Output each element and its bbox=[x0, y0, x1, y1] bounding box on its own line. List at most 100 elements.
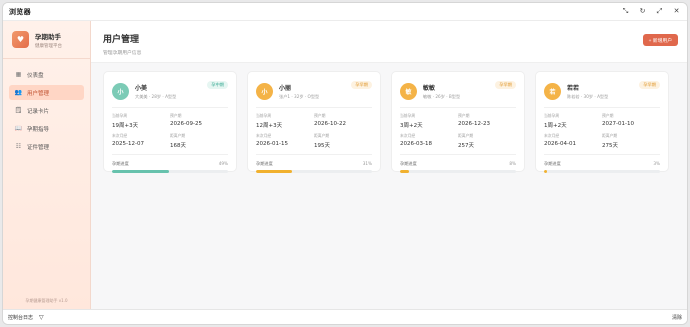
days-remaining-label: 距离产期 bbox=[458, 133, 474, 138]
shrink-icon[interactable]: ⤡ bbox=[621, 7, 630, 16]
due-date-value: 2027-01-10 bbox=[602, 121, 634, 127]
progress-percent: 3% bbox=[653, 161, 660, 166]
sidebar-item-label: 证件管理 bbox=[27, 144, 50, 151]
sidebar-item-0[interactable]: ▦ 仪表盘 bbox=[9, 67, 84, 82]
last-period-label: 末次月经 bbox=[544, 133, 560, 138]
last-period-value: 2026-04-01 bbox=[544, 141, 576, 147]
refresh-icon[interactable]: ↻ bbox=[638, 7, 647, 16]
user-name: 小美 bbox=[135, 84, 148, 92]
user-name: 小丽 bbox=[279, 84, 292, 92]
sidebar-item-2[interactable]: 🗒 记录卡片 bbox=[9, 103, 84, 118]
brand-name: 孕期助手 bbox=[35, 32, 61, 41]
days-remaining-value: 195天 bbox=[314, 143, 330, 149]
sidebar: ♥ 孕期助手 健康管理平台 ▦ 仪表盘 👥 用户管理 🗒 记录卡片 📖 孕期指导 ☷ 证件管理 孕… bbox=[3, 21, 91, 311]
progress-track bbox=[544, 170, 660, 173]
progress-label: 孕期进度 bbox=[400, 161, 417, 166]
page-title: 用户管理 bbox=[103, 35, 140, 45]
user-name: 敏敏 bbox=[423, 84, 436, 92]
console-bar: 控制台日志 ▽ 清除 bbox=[3, 309, 687, 324]
days-remaining-label: 距离产期 bbox=[314, 133, 330, 138]
divider bbox=[400, 107, 516, 108]
sidebar-nav: ▦ 仪表盘 👥 用户管理 🗒 记录卡片 📖 孕期指导 ☷ 证件管理 bbox=[3, 59, 90, 165]
divider bbox=[112, 107, 228, 108]
progress-track bbox=[112, 170, 228, 173]
user-meta: 大美美 · 28岁 · A型型 bbox=[135, 93, 177, 99]
last-period-value: 2025-12-07 bbox=[112, 141, 144, 147]
current-week-value: 1周+2天 bbox=[544, 123, 567, 129]
days-remaining-label: 距离产期 bbox=[602, 133, 618, 138]
progress-label: 孕期进度 bbox=[256, 161, 273, 166]
sidebar-item-3[interactable]: 📖 孕期指导 bbox=[9, 121, 84, 136]
sidebar-item-1[interactable]: 👥 用户管理 bbox=[9, 85, 84, 100]
progress-fill bbox=[400, 170, 410, 173]
divider bbox=[544, 154, 660, 155]
divider bbox=[544, 107, 660, 108]
browser-actions: ⤡ ↻ ⤢ ✕ bbox=[621, 7, 681, 16]
progress-percent: 49% bbox=[218, 161, 228, 166]
due-date-label: 预产期 bbox=[170, 113, 182, 118]
progress-percent: 8% bbox=[509, 161, 516, 166]
due-date-label: 预产期 bbox=[602, 113, 614, 118]
sidebar-item-label: 仪表盘 bbox=[27, 72, 44, 79]
days-remaining-label: 距离产期 bbox=[170, 133, 186, 138]
last-period-label: 末次月经 bbox=[256, 133, 272, 138]
sidebar-item-label: 孕期指导 bbox=[27, 126, 50, 133]
progress-label: 孕期进度 bbox=[544, 161, 561, 166]
status-badge: 孕早期 bbox=[639, 81, 660, 89]
status-badge: 孕早期 bbox=[351, 81, 372, 89]
add-user-button[interactable]: + 新增用户 bbox=[642, 34, 678, 46]
user-card[interactable]: 敏 敏敏 敏敏 · 26岁 · B型型 孕早期 当前孕周 3周+2天 预产期 2… bbox=[391, 71, 525, 173]
user-card[interactable]: 小 小丽 张户1 · 32岁 · O型型 孕早期 当前孕周 12周+3天 预产期… bbox=[247, 71, 381, 173]
nav-icon: ☷ bbox=[15, 143, 22, 150]
due-date-value: 2026-09-25 bbox=[170, 121, 202, 127]
avatar: 若 bbox=[544, 82, 561, 100]
sidebar-footer: 孕期健康管理助手 v1.0 bbox=[25, 298, 68, 303]
progress-track bbox=[400, 170, 516, 173]
divider bbox=[112, 154, 228, 155]
days-remaining-value: 257天 bbox=[458, 143, 474, 149]
user-card-list: 小 小美 大美美 · 28岁 · A型型 孕中期 当前孕周 19周+3天 预产期… bbox=[103, 71, 669, 173]
app-container: ♥ 孕期助手 健康管理平台 ▦ 仪表盘 👥 用户管理 🗒 记录卡片 📖 孕期指导 ☷ 证件管理 孕… bbox=[3, 21, 687, 311]
expand-icon[interactable]: ⤢ bbox=[655, 7, 664, 16]
brand-subtitle: 健康管理平台 bbox=[35, 43, 62, 49]
avatar: 小 bbox=[112, 82, 129, 100]
nav-icon: ▦ bbox=[15, 71, 22, 78]
due-date-label: 预产期 bbox=[314, 113, 326, 118]
days-remaining-value: 275天 bbox=[602, 143, 618, 149]
page-subtitle: 管理孕期用户信息 bbox=[103, 51, 142, 56]
status-badge: 孕中期 bbox=[207, 81, 228, 89]
user-card[interactable]: 小 小美 大美美 · 28岁 · A型型 孕中期 当前孕周 19周+3天 预产期… bbox=[103, 71, 237, 173]
divider bbox=[256, 154, 372, 155]
nav-icon: 📖 bbox=[14, 125, 23, 132]
last-period-value: 2026-03-18 bbox=[400, 141, 432, 147]
main-content: 用户管理 管理孕期用户信息 + 新增用户 小 小美 大美美 · 28岁 · A型… bbox=[91, 21, 687, 311]
progress-fill bbox=[112, 170, 169, 173]
sidebar-item-label: 记录卡片 bbox=[27, 108, 50, 115]
browser-toolbar: 浏览器 ⤡ ↻ ⤢ ✕ bbox=[3, 3, 687, 21]
current-week-label: 当前孕周 bbox=[400, 113, 416, 118]
app-logo-icon: ♥ bbox=[12, 31, 29, 48]
current-week-label: 当前孕周 bbox=[256, 113, 272, 118]
brand: ♥ 孕期助手 健康管理平台 bbox=[3, 21, 90, 59]
progress-track bbox=[256, 170, 372, 173]
current-week-value: 19周+3天 bbox=[112, 123, 139, 129]
close-icon[interactable]: ✕ bbox=[672, 7, 681, 16]
user-card[interactable]: 若 若若 陈若若 · 30岁 · A型型 孕早期 当前孕周 1周+2天 预产期 … bbox=[535, 71, 669, 173]
current-week-value: 12周+3天 bbox=[256, 123, 283, 129]
last-period-value: 2026-01-15 bbox=[256, 141, 288, 147]
progress-fill bbox=[256, 170, 292, 173]
browser-title: 浏览器 bbox=[9, 7, 31, 16]
user-meta: 张户1 · 32岁 · O型型 bbox=[279, 93, 320, 99]
user-meta: 敏敏 · 26岁 · B型型 bbox=[423, 93, 461, 99]
avatar: 小 bbox=[256, 82, 273, 100]
avatar: 敏 bbox=[400, 82, 417, 100]
filter-icon[interactable]: ▽ bbox=[39, 314, 44, 321]
console-log-label[interactable]: 控制台日志 bbox=[8, 314, 33, 321]
clear-button[interactable]: 清除 bbox=[672, 314, 682, 321]
current-week-value: 3周+2天 bbox=[400, 123, 423, 129]
last-period-label: 末次月经 bbox=[400, 133, 416, 138]
due-date-value: 2026-12-23 bbox=[458, 121, 490, 127]
progress-label: 孕期进度 bbox=[112, 161, 129, 166]
sidebar-item-4[interactable]: ☷ 证件管理 bbox=[9, 139, 84, 154]
progress-percent: 31% bbox=[362, 161, 372, 166]
